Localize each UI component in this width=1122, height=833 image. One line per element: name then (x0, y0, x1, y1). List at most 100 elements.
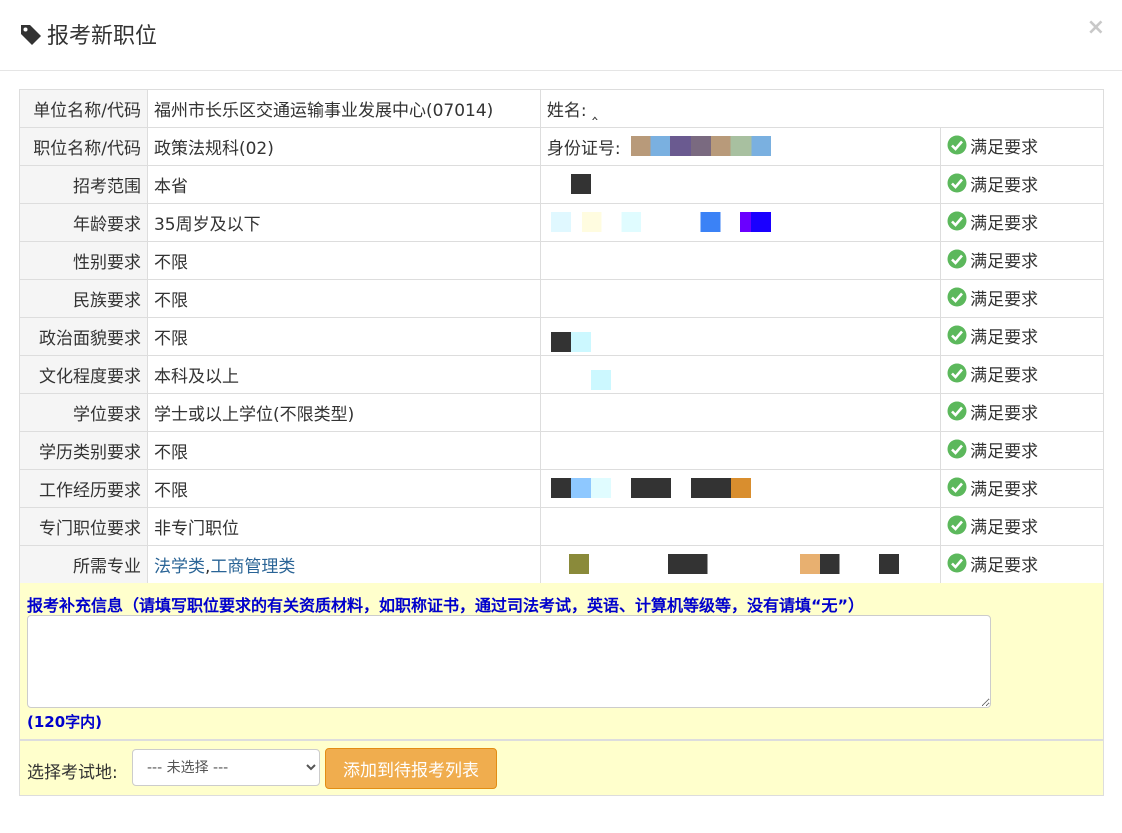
table-row: 职位名称/代码 政策法规科(02) 身份证号: 满足要求 (19, 127, 1104, 166)
row-label: 职位名称/代码 (19, 127, 148, 166)
row-label: 政治面貌要求 (19, 317, 148, 356)
tag-icon (21, 25, 41, 45)
status-text: 满足要求 (970, 175, 1039, 196)
row-value: 非专门职位 (146, 507, 541, 546)
row-value: 本省 (146, 165, 541, 204)
row-value: 政策法规科(02) (146, 127, 541, 166)
unit-value: 福州市长乐区交通运输事业发展中心(07014) (146, 89, 541, 128)
status-text: 满足要求 (970, 289, 1039, 310)
supplement-title: 报考补充信息（请填写职位要求的有关资质材料，如职称证书，通过司法考试，英语、计算… (27, 596, 865, 615)
row-value: 不限 (146, 241, 541, 280)
user-value-cell (539, 279, 942, 318)
redaction-mosaic (630, 136, 771, 156)
row-label: 工作经历要求 (19, 469, 148, 508)
row-value: 不限 (146, 317, 541, 356)
check-circle-icon (947, 515, 967, 535)
status-cell: 满足要求 (940, 431, 1104, 470)
redaction-mosaic (550, 212, 771, 232)
supplement-char-limit: (120字内) (27, 713, 103, 731)
row-label: 学位要求 (19, 393, 148, 432)
redaction-mosaic (550, 332, 591, 352)
row-label: 学历类别要求 (19, 431, 148, 470)
user-value-cell (539, 241, 942, 280)
id-number-cell: 身份证号: (539, 127, 942, 166)
row-value: 35周岁及以下 (146, 203, 541, 242)
exam-location-select[interactable]: --- 未选择 --- (132, 749, 320, 786)
redaction-mosaic (570, 174, 591, 194)
user-value-cell (539, 545, 942, 584)
row-label: 年龄要求 (19, 203, 148, 242)
status-text: 满足要求 (970, 365, 1039, 386)
supplement-textarea[interactable] (27, 615, 991, 708)
exam-location-row: 选择考试地: --- 未选择 --- 添加到待报考列表 (19, 740, 1104, 796)
status-cell: 满足要求 (940, 545, 1104, 584)
check-circle-icon (947, 325, 967, 345)
supplement-section: 报考补充信息（请填写职位要求的有关资质材料，如职称证书，通过司法考试，英语、计算… (19, 583, 1104, 740)
status-text: 满足要求 (970, 137, 1039, 158)
status-cell: 满足要求 (940, 317, 1104, 356)
check-circle-icon (947, 439, 967, 459)
check-circle-icon (947, 401, 967, 421)
exam-location-label: 选择考试地: (27, 763, 118, 783)
name-label: 姓名: (546, 101, 592, 121)
status-cell: 满足要求 (940, 127, 1104, 166)
dialog-title-text: 报考新职位 (47, 24, 158, 49)
status-cell: 满足要求 (940, 393, 1104, 432)
table-row: 文化程度要求 本科及以上 满足要求 (19, 355, 1104, 394)
status-text: 满足要求 (970, 441, 1039, 462)
status-cell: 满足要求 (940, 203, 1104, 242)
row-value: 不限 (146, 279, 541, 318)
status-text: 满足要求 (970, 555, 1039, 576)
status-cell: 满足要求 (940, 241, 1104, 280)
table-row: 学位要求 学士或以上学位(不限类型) 满足要求 (19, 393, 1104, 432)
close-button[interactable]: × (1087, 14, 1105, 42)
check-circle-icon (947, 249, 967, 269)
check-circle-icon (947, 287, 967, 307)
check-circle-icon (947, 135, 967, 155)
user-value-cell (539, 317, 942, 356)
user-value-cell (539, 507, 942, 546)
user-value-cell (539, 203, 942, 242)
row-label: 性别要求 (19, 241, 148, 280)
user-value-cell (539, 165, 942, 204)
user-value-cell (539, 469, 942, 508)
position-info-table: 单位名称/代码 福州市长乐区交通运输事业发展中心(07014) 姓名: ‸ 职位… (19, 89, 1105, 584)
unit-label: 单位名称/代码 (19, 89, 148, 128)
status-text: 满足要求 (970, 327, 1039, 348)
table-row: 年龄要求 35周岁及以下 满足要求 (19, 203, 1104, 242)
status-text: 满足要求 (970, 479, 1039, 500)
table-row: 民族要求 不限 满足要求 (19, 279, 1104, 318)
table-row-major: 所需专业 法学类,工商管理类 满足要求 (19, 545, 1104, 584)
check-circle-icon (947, 477, 967, 497)
row-label: 民族要求 (19, 279, 148, 318)
table-row: 政治面貌要求 不限 满足要求 (19, 317, 1104, 356)
row-label: 文化程度要求 (19, 355, 148, 394)
status-cell: 满足要求 (940, 355, 1104, 394)
status-cell: 满足要求 (940, 469, 1104, 508)
name-value: ‸ (592, 101, 598, 121)
status-text: 满足要求 (970, 403, 1039, 424)
status-cell: 满足要求 (940, 279, 1104, 318)
row-label: 招考范围 (19, 165, 148, 204)
major-label: 所需专业 (19, 545, 148, 584)
redaction-mosaic (568, 554, 899, 574)
table-row: 招考范围 本省 满足要求 (19, 165, 1104, 204)
status-text: 满足要求 (970, 213, 1039, 234)
row-value: 本科及以上 (146, 355, 541, 394)
check-circle-icon (947, 553, 967, 573)
row-label: 专门职位要求 (19, 507, 148, 546)
check-circle-icon (947, 363, 967, 383)
row-value: 不限 (146, 469, 541, 508)
table-row: 工作经历要求 不限 满足要求 (19, 469, 1104, 508)
status-text: 满足要求 (970, 251, 1039, 272)
major-value: 法学类,工商管理类 (146, 545, 541, 584)
table-row: 学历类别要求 不限 满足要求 (19, 431, 1104, 470)
row-value: 学士或以上学位(不限类型) (146, 393, 541, 432)
check-circle-icon (947, 173, 967, 193)
user-value-cell (539, 431, 942, 470)
status-cell: 满足要求 (940, 165, 1104, 204)
status-text: 满足要求 (970, 517, 1039, 538)
major-link-law[interactable]: 法学类 (154, 557, 205, 577)
add-to-pending-list-button[interactable]: 添加到待报考列表 (325, 748, 497, 789)
major-link-business[interactable]: 工商管理类 (210, 557, 295, 577)
